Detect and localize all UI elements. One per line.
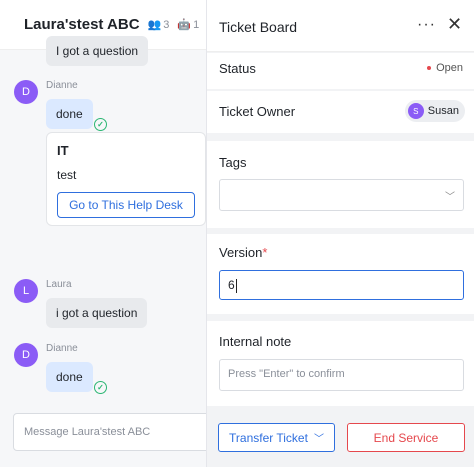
internal-note-input[interactable]: Press "Enter" to confirm [219,359,464,391]
message-bubble: i got a question [46,298,148,328]
version-label: Version* [219,245,268,260]
message-bubble: I got a question [46,36,149,66]
ticket-header: Ticket Board ··· ✕ [207,0,474,52]
bots-count[interactable]: 🤖 1 [177,18,199,32]
close-icon[interactable]: ✕ [447,14,462,35]
version-section: Version* 6 [207,234,474,314]
sender-name: Dianne [46,343,78,354]
members-icon: 👥 [147,19,162,31]
owner-pill[interactable]: S Susan [404,100,465,122]
status-label: Status [219,61,256,76]
status-value: Open [427,62,463,74]
sender-name: Laura [46,279,72,290]
status-section: Status Open [207,53,474,89]
more-options-icon[interactable]: ··· [417,16,436,34]
owner-name: Susan [427,105,459,117]
chevron-down-icon: ﹀ [445,192,455,203]
tags-select[interactable]: ﹀ [219,179,464,211]
status-dot-icon [427,66,432,70]
ticket-board-panel: Ticket Board ··· ✕ Status Open Ticket Ow… [206,0,474,467]
message-bubble: done [46,99,93,129]
members-count[interactable]: 👥 3 [147,18,170,32]
go-to-help-desk-button[interactable]: Go to This Help Desk [57,192,195,218]
card-body: test [57,168,77,182]
owner-section: Ticket Owner S Susan [207,91,474,133]
avatar[interactable]: L [14,279,38,303]
avatar[interactable]: D [14,80,38,104]
card-title: IT [57,143,69,158]
help-desk-card: IT test Go to This Help Desk [46,132,206,226]
chat-panel: Laura'stest ABC 👥 3 🤖 1 I got a question… [0,0,206,467]
tags-section: Tags ﹀ [207,141,474,228]
ticket-title: Ticket Board [219,19,298,35]
chat-title: Laura'stest ABC [24,16,140,33]
text-caret [235,278,237,293]
chevron-down-icon: ﹀ [313,434,324,445]
tags-label: Tags [219,155,247,170]
version-input[interactable]: 6 [219,270,464,300]
avatar: S [407,103,424,119]
message-bubble: done [46,362,93,392]
bot-icon: 🤖 [177,19,192,31]
delivered-check-icon: ✓ [94,118,107,131]
delivered-check-icon: ✓ [94,381,107,394]
sender-name: Dianne [46,80,78,91]
message-input[interactable]: Message Laura'stest ABC [13,413,206,451]
end-service-button[interactable]: End Service [347,423,465,452]
owner-label: Ticket Owner [219,104,296,119]
transfer-ticket-button[interactable]: Transfer Ticket ﹀ [218,423,335,452]
avatar[interactable]: D [14,343,38,367]
required-marker: * [262,245,268,260]
note-label: Internal note [219,334,292,349]
note-section: Internal note Press "Enter" to confirm [207,321,474,406]
